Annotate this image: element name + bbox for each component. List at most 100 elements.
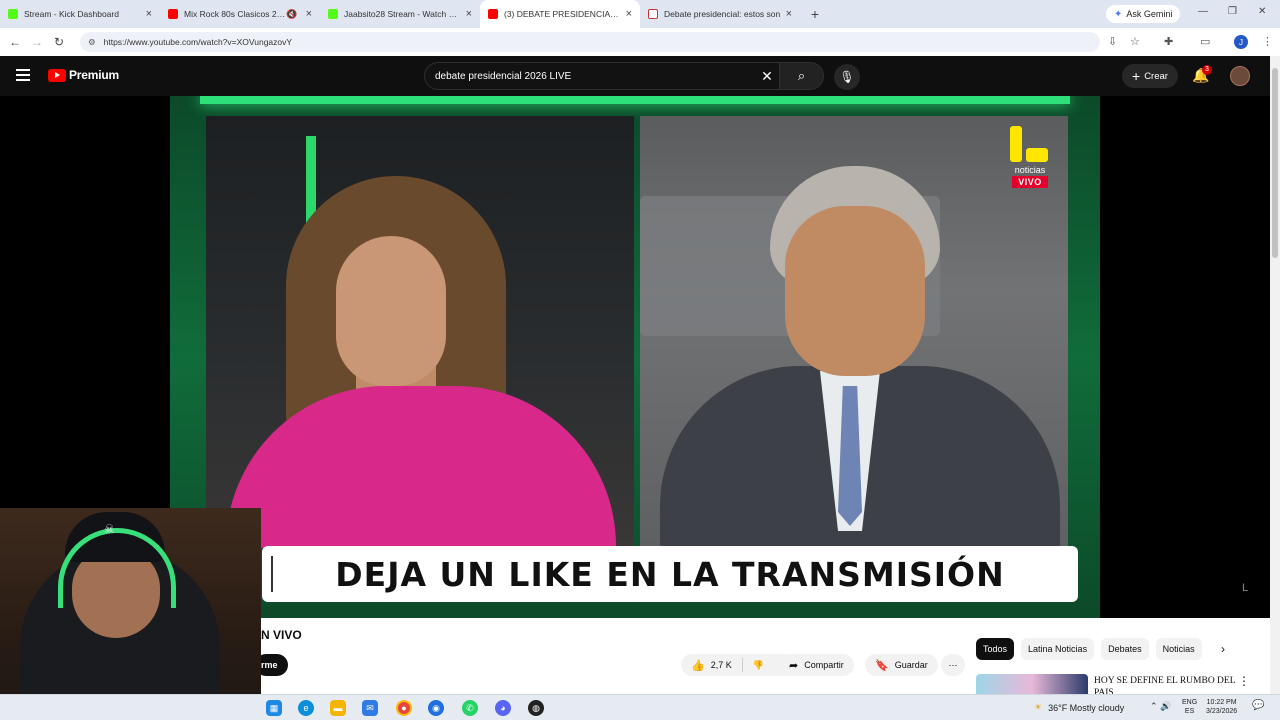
edge-browser-icon[interactable]: e bbox=[298, 700, 314, 716]
like-count: 2,7 K bbox=[710, 660, 732, 670]
voice-search-mic-icon[interactable]: 🎙 bbox=[834, 64, 860, 90]
channel-logo-text: noticias bbox=[1014, 165, 1046, 175]
chip-noticias[interactable]: Noticias bbox=[1155, 638, 1202, 660]
browser-tab[interactable]: Debate presidencial: estos son × bbox=[640, 0, 800, 28]
anchor-face bbox=[336, 236, 446, 386]
weather-widget[interactable]: ☀ 36°F Mostly cloudy bbox=[1034, 702, 1124, 713]
browser-tab-strip: Stream - Kick Dashboard × Mix Rock 80s C… bbox=[0, 0, 1280, 28]
obs-icon[interactable]: ◍ bbox=[528, 700, 544, 716]
close-tab-icon[interactable]: × bbox=[786, 8, 792, 20]
browser-toolbar: ← → ↻ ⚙ https://www.youtube.com/watch?v=… bbox=[0, 28, 1280, 56]
channel-watermark-icon: L bbox=[1242, 582, 1249, 594]
like-button[interactable]: 👍 2,7 K bbox=[681, 654, 742, 676]
browser-tab[interactable]: Jaabsito28 Stream - Watch Live × bbox=[320, 0, 480, 28]
bookmark-star-icon[interactable]: ☆ bbox=[1130, 35, 1140, 48]
back-arrow-icon[interactable]: ← bbox=[4, 35, 26, 49]
thumbs-down-icon: 👎 bbox=[752, 659, 764, 670]
share-button[interactable]: ➦ Compartir bbox=[779, 654, 854, 676]
kick-favicon-icon bbox=[328, 9, 338, 19]
share-arrow-icon: ➦ bbox=[789, 659, 799, 672]
close-tab-icon[interactable]: × bbox=[626, 8, 632, 20]
like-dislike-group: 👍 2,7 K 👎 bbox=[681, 654, 795, 676]
share-label: Compartir bbox=[804, 660, 844, 670]
video-left-panel-anchor bbox=[206, 116, 634, 548]
create-button[interactable]: + Crear bbox=[1122, 64, 1178, 88]
scrollbar-thumb[interactable] bbox=[1272, 68, 1278, 258]
search-icon: ⌕ bbox=[797, 68, 806, 83]
tab-title: Debate presidencial: estos son bbox=[664, 9, 781, 19]
browser-menu-icon[interactable]: ⋮ bbox=[1262, 35, 1273, 48]
mail-icon[interactable]: ✉ bbox=[362, 700, 378, 716]
clear-search-icon[interactable]: ✕ bbox=[755, 68, 779, 85]
close-window-icon[interactable]: ✕ bbox=[1258, 6, 1266, 17]
close-tab-icon[interactable]: × bbox=[306, 8, 312, 20]
account-avatar[interactable] bbox=[1230, 66, 1250, 86]
url-text: https://www.youtube.com/watch?v=XOVungaz… bbox=[103, 37, 293, 47]
file-explorer-icon[interactable]: ▬ bbox=[330, 700, 346, 716]
chevron-right-icon[interactable]: › bbox=[1221, 642, 1225, 656]
restore-window-icon[interactable]: ❐ bbox=[1228, 6, 1237, 17]
more-vert-icon[interactable]: ⋮ bbox=[1238, 674, 1250, 688]
close-tab-icon[interactable]: × bbox=[466, 8, 472, 20]
tab-title: (3) DEBATE PRESIDENCIAL PERÚ bbox=[504, 9, 622, 19]
youtube-favicon-icon bbox=[488, 9, 498, 19]
minimize-window-icon[interactable]: — bbox=[1198, 6, 1208, 17]
latina-noticias-logo: noticias VIVO bbox=[1010, 126, 1050, 188]
chip-debates[interactable]: Debates bbox=[1101, 638, 1149, 660]
windows-taskbar: ▦ e ▬ ✉ ● ◉ ✆ ◕ ◍ ☀ 36°F Mostly cloudy ⌃… bbox=[0, 694, 1280, 720]
language-indicator[interactable]: ENG ES bbox=[1182, 698, 1197, 716]
muted-speaker-icon[interactable]: 🔇 bbox=[286, 9, 297, 20]
video-details-area: N VIVO rme 👍 2,7 K 👎 ➦ Compartir 🔖 Guard… bbox=[255, 618, 1270, 698]
video-title: N VIVO bbox=[261, 628, 302, 642]
search-input[interactable]: debate presidencial 2026 LIVE bbox=[425, 71, 755, 82]
browser-tab-active[interactable]: (3) DEBATE PRESIDENCIAL PERÚ × bbox=[480, 0, 640, 28]
call-to-action-banner: DEJA UN LIKE EN LA TRANSMISIÓN bbox=[262, 546, 1078, 602]
chip-latina-noticias[interactable]: Latina Noticias bbox=[1021, 638, 1095, 660]
more-dots-icon: ⋯ bbox=[948, 659, 958, 670]
whatsapp-icon[interactable]: ✆ bbox=[462, 700, 478, 716]
side-panel-icon[interactable]: ▭ bbox=[1200, 35, 1210, 48]
discord-icon[interactable]: ◕ bbox=[495, 700, 511, 716]
tray-chevron-icon[interactable]: ⌃ 🔊 bbox=[1150, 701, 1171, 712]
chrome-icon[interactable]: ● bbox=[396, 700, 412, 716]
youtube-favicon-icon bbox=[168, 9, 178, 19]
banner-text: DEJA UN LIKE EN LA TRANSMISIÓN bbox=[335, 554, 1005, 594]
system-clock[interactable]: 10:22 PM 3/23/2026 bbox=[1206, 698, 1237, 716]
filter-chips: Todos Latina Noticias Debates Noticias bbox=[976, 638, 1209, 660]
browser-tab[interactable]: Mix Rock 80s Clasicos 2021 djcl 🔇 × bbox=[160, 0, 320, 28]
chip-todos[interactable]: Todos bbox=[976, 638, 1015, 660]
page-scrollbar[interactable] bbox=[1270, 56, 1280, 698]
forward-arrow-icon[interactable]: → bbox=[26, 35, 48, 49]
profile-avatar[interactable]: J bbox=[1234, 35, 1248, 49]
site-info-icon[interactable]: ⚙ bbox=[88, 37, 96, 48]
ask-gemini-button[interactable]: ✦ Ask Gemini bbox=[1106, 5, 1181, 23]
streamer-webcam-overlay: ☠ bbox=[0, 508, 261, 720]
search-button[interactable]: ⌕ bbox=[779, 63, 823, 89]
app-icon[interactable]: ◉ bbox=[428, 700, 444, 716]
cap-logo-icon: ☠ bbox=[104, 522, 115, 536]
gemini-sparkle-icon: ✦ bbox=[1114, 8, 1123, 20]
search-box: debate presidencial 2026 LIVE ✕ ⌕ bbox=[424, 62, 824, 90]
reload-icon[interactable]: ↻ bbox=[48, 35, 70, 49]
browser-tab[interactable]: Stream - Kick Dashboard × bbox=[0, 0, 160, 28]
close-tab-icon[interactable]: × bbox=[146, 8, 152, 20]
lang-primary: ENG bbox=[1182, 699, 1198, 706]
weather-text: 36°F Mostly cloudy bbox=[1048, 702, 1125, 713]
more-actions-button[interactable]: ⋯ bbox=[941, 654, 965, 676]
hamburger-menu-icon[interactable] bbox=[16, 69, 30, 81]
new-tab-plus-icon[interactable]: + bbox=[806, 6, 824, 22]
start-windows-icon[interactable]: ▦ bbox=[266, 700, 282, 716]
lang-secondary: ES bbox=[1184, 708, 1195, 715]
save-button[interactable]: 🔖 Guardar bbox=[865, 654, 938, 676]
extensions-puzzle-icon[interactable]: ✚ bbox=[1164, 35, 1173, 48]
kick-favicon-icon bbox=[8, 9, 18, 19]
youtube-logo[interactable]: Premium bbox=[48, 68, 119, 82]
thumbs-up-icon: 👍 bbox=[691, 659, 705, 672]
address-bar[interactable]: ⚙ https://www.youtube.com/watch?v=XOVung… bbox=[80, 32, 1100, 52]
clock-date: 3/23/2026 bbox=[1206, 708, 1238, 715]
youtube-play-icon bbox=[48, 68, 66, 82]
install-app-icon[interactable]: ⇩ bbox=[1108, 35, 1117, 48]
notification-center-icon[interactable]: 💬 bbox=[1252, 700, 1264, 711]
dislike-button[interactable]: 👎 bbox=[743, 654, 774, 676]
bookmark-icon: 🔖 bbox=[875, 659, 889, 672]
